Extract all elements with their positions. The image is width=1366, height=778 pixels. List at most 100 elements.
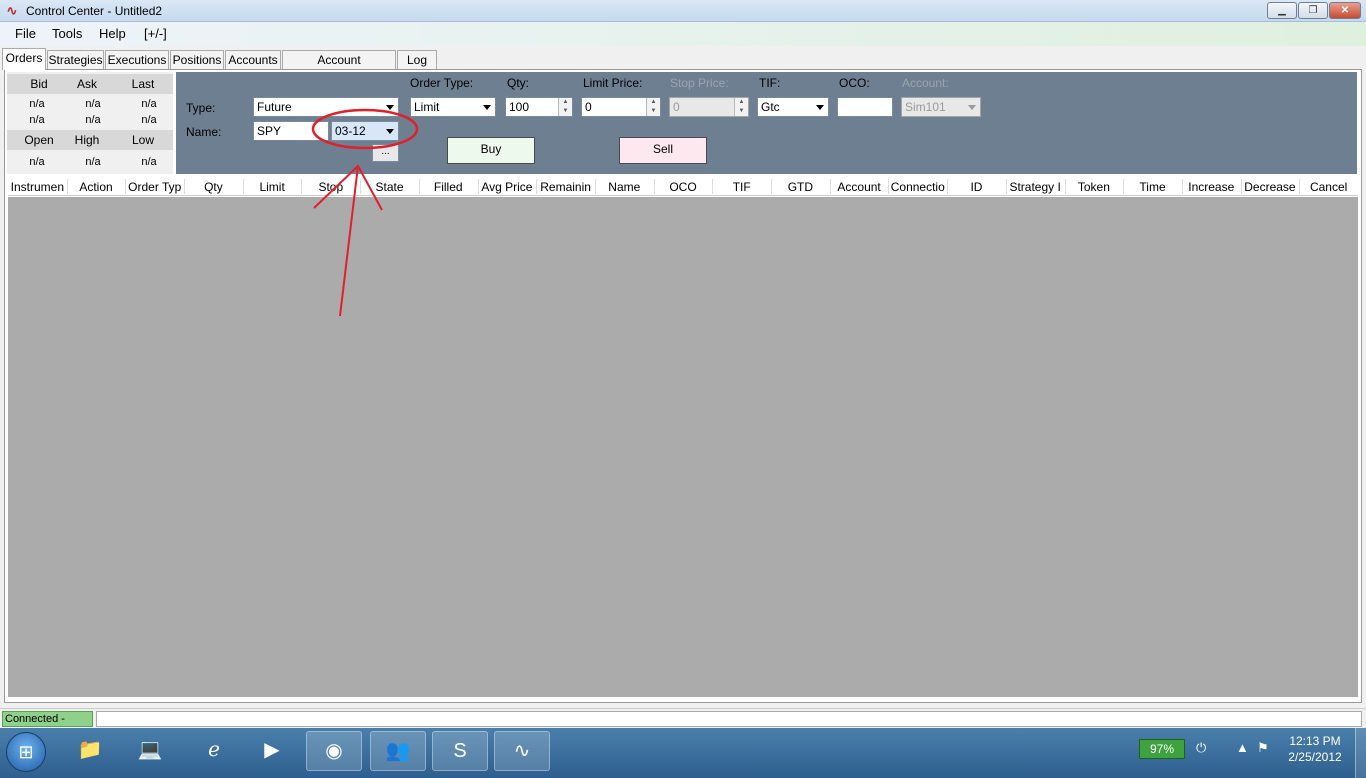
tray-expand-icon[interactable]: ▲ bbox=[1236, 740, 1249, 755]
media-player-icon[interactable]: ▶ bbox=[244, 731, 300, 771]
clock-time[interactable]: 12:13 PM bbox=[1280, 734, 1350, 748]
column-separator[interactable] bbox=[888, 179, 890, 194]
column-separator[interactable] bbox=[360, 179, 362, 194]
column-header-avg-price[interactable]: Avg Price bbox=[479, 180, 536, 194]
minimize-button[interactable]: ▁ bbox=[1267, 2, 1297, 19]
column-header-tif[interactable]: TIF bbox=[713, 180, 770, 194]
menu-file[interactable]: File bbox=[15, 26, 36, 41]
instrument-name-input[interactable]: SPY bbox=[253, 121, 329, 141]
open-value: n/a bbox=[29, 156, 45, 168]
start-button[interactable]: ⊞ bbox=[6, 732, 46, 772]
close-button[interactable]: ✕ bbox=[1329, 2, 1361, 19]
column-separator[interactable] bbox=[771, 179, 773, 194]
action-center-flag-icon[interactable]: ⚑ bbox=[1257, 740, 1269, 756]
column-header-gtd[interactable]: GTD bbox=[772, 180, 829, 194]
open-header: Open bbox=[24, 133, 54, 147]
explorer-icon[interactable]: 📁 bbox=[62, 731, 118, 771]
menu-help[interactable]: Help bbox=[99, 26, 126, 41]
ask-size: n/a bbox=[85, 114, 101, 126]
column-separator[interactable] bbox=[301, 179, 303, 194]
column-header-strategy-i[interactable]: Strategy I bbox=[1007, 180, 1064, 194]
internet-explorer-icon[interactable]: ℯ bbox=[186, 731, 242, 771]
column-separator[interactable] bbox=[477, 179, 479, 194]
menu-bar: File Tools Help [+/-] bbox=[0, 22, 1366, 46]
instrument-type-value: Future bbox=[257, 100, 292, 114]
column-header-instrumen[interactable]: Instrumen bbox=[9, 180, 66, 194]
column-separator[interactable] bbox=[1240, 179, 1242, 194]
column-header-order-typ[interactable]: Order Typ bbox=[126, 180, 183, 194]
tab-orders[interactable]: Orders bbox=[2, 48, 46, 70]
instrument-type-dropdown[interactable]: Future bbox=[253, 97, 399, 117]
column-header-name[interactable]: Name bbox=[596, 180, 653, 194]
column-header-id[interactable]: ID bbox=[948, 180, 1005, 194]
column-separator[interactable] bbox=[184, 179, 186, 194]
column-header-time[interactable]: Time bbox=[1124, 180, 1181, 194]
column-separator[interactable] bbox=[1064, 179, 1066, 194]
column-header-decrease[interactable]: Decrease bbox=[1242, 180, 1299, 194]
high-header: High bbox=[74, 133, 100, 147]
column-separator[interactable] bbox=[712, 179, 714, 194]
expiry-dropdown[interactable]: 03-12 bbox=[331, 121, 399, 141]
column-header-connectio[interactable]: Connectio bbox=[889, 180, 946, 194]
column-header-account[interactable]: Account bbox=[831, 180, 888, 194]
column-header-action[interactable]: Action bbox=[68, 180, 125, 194]
show-desktop-button[interactable] bbox=[1355, 728, 1366, 778]
column-header-state[interactable]: State bbox=[361, 180, 418, 194]
status-message-area bbox=[96, 711, 1362, 727]
column-separator[interactable] bbox=[1181, 179, 1183, 194]
column-separator[interactable] bbox=[653, 179, 655, 194]
tab-strategies[interactable]: Strategies bbox=[47, 50, 104, 70]
tab-accounts[interactable]: Accounts bbox=[225, 50, 281, 70]
column-separator[interactable] bbox=[418, 179, 420, 194]
column-separator[interactable] bbox=[1005, 179, 1007, 194]
tab-log[interactable]: Log bbox=[397, 50, 437, 70]
column-header-qty[interactable]: Qty bbox=[185, 180, 242, 194]
column-separator[interactable] bbox=[66, 179, 68, 194]
qty-spin-buttons[interactable]: ▲ ▼ bbox=[558, 98, 572, 116]
limit-price-stepper[interactable]: 0 ▲ ▼ bbox=[581, 97, 661, 117]
power-plug-icon[interactable]: ⏻ bbox=[1196, 740, 1206, 756]
instrument-browse-button[interactable]: ... bbox=[372, 144, 399, 162]
column-header-filled[interactable]: Filled bbox=[420, 180, 477, 194]
column-separator[interactable] bbox=[947, 179, 949, 194]
skype-icon[interactable]: S bbox=[432, 731, 488, 771]
limit-price-spin-buttons[interactable]: ▲ ▼ bbox=[646, 98, 660, 116]
oco-input[interactable] bbox=[837, 97, 893, 117]
restore-button[interactable]: ❐ bbox=[1298, 2, 1328, 19]
clock-date[interactable]: 2/25/2012 bbox=[1280, 750, 1350, 764]
ask-header: Ask bbox=[76, 77, 97, 91]
column-header-oco[interactable]: OCO bbox=[655, 180, 712, 194]
column-header-limit[interactable]: Limit bbox=[244, 180, 301, 194]
column-separator[interactable] bbox=[536, 179, 538, 194]
order-type-dropdown[interactable]: Limit bbox=[410, 97, 496, 117]
column-separator[interactable] bbox=[1123, 179, 1125, 194]
ninjatrader-icon[interactable]: ∿ bbox=[494, 731, 550, 771]
column-header-remainin[interactable]: Remainin bbox=[537, 180, 594, 194]
chrome-icon[interactable]: ◉ bbox=[306, 731, 362, 771]
last-value: n/a bbox=[141, 98, 157, 110]
sell-button[interactable]: Sell bbox=[619, 137, 707, 164]
title-bar: ∿ Control Center - Untitled2 ▁ ❐ ✕ bbox=[0, 0, 1366, 22]
messenger-icon[interactable]: 👥 bbox=[370, 731, 426, 771]
tab-account-performance[interactable]: Account Performance bbox=[282, 50, 396, 85]
column-separator[interactable] bbox=[594, 179, 596, 194]
tif-dropdown[interactable]: Gtc bbox=[757, 97, 829, 117]
tab-executions[interactable]: Executions bbox=[105, 50, 169, 70]
laptop-icon[interactable]: 💻 bbox=[122, 731, 178, 771]
column-separator[interactable] bbox=[242, 179, 244, 194]
column-header-token[interactable]: Token bbox=[1066, 180, 1123, 194]
column-separator[interactable] bbox=[829, 179, 831, 194]
column-separator[interactable] bbox=[125, 179, 127, 194]
tab-positions[interactable]: Positions bbox=[170, 50, 224, 70]
column-header-stop[interactable]: Stop bbox=[302, 180, 359, 194]
orders-grid-body[interactable] bbox=[8, 197, 1358, 697]
qty-stepper[interactable]: 100 ▲ ▼ bbox=[505, 97, 573, 117]
menu-expand-toggle[interactable]: [+/-] bbox=[144, 26, 167, 41]
battery-indicator[interactable]: 97% bbox=[1139, 739, 1185, 759]
column-header-cancel[interactable]: Cancel bbox=[1300, 180, 1357, 194]
column-header-increase[interactable]: Increase bbox=[1183, 180, 1240, 194]
menu-tools[interactable]: Tools bbox=[52, 26, 82, 41]
buy-button[interactable]: Buy bbox=[447, 137, 535, 164]
account-label: Account: bbox=[902, 76, 949, 90]
column-separator[interactable] bbox=[1299, 179, 1301, 194]
